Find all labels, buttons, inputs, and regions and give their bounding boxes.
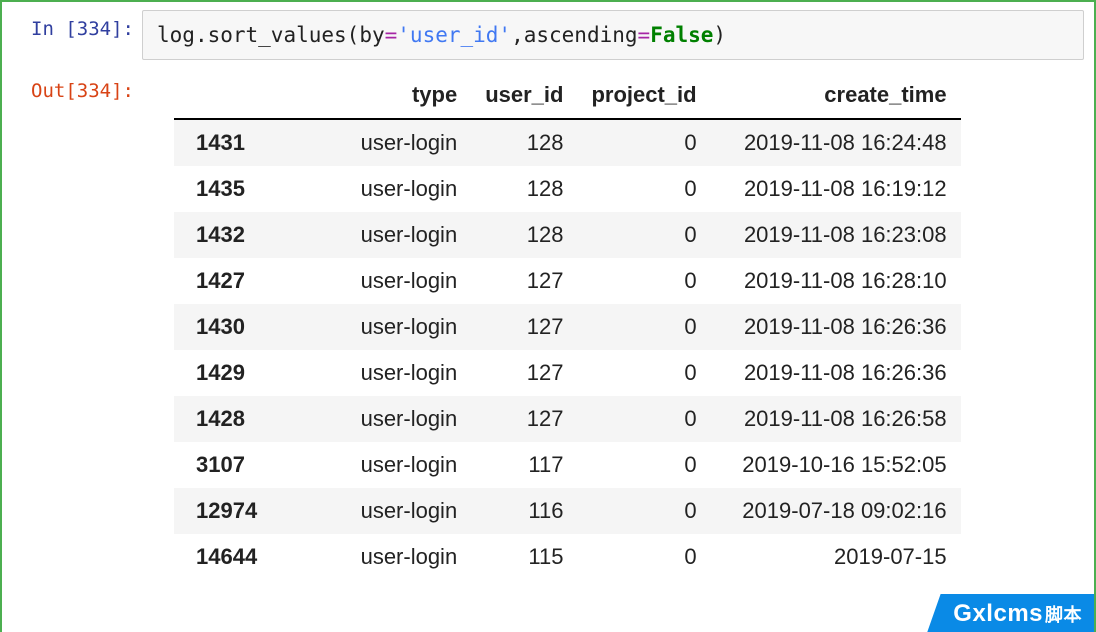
code-kw-by: by (359, 23, 384, 47)
cell-project-id: 0 (577, 166, 710, 212)
notebook-cell-container: In [334]: log.sort_values(by='user_id',a… (0, 0, 1096, 632)
cell-create-time: 2019-11-08 16:24:48 (711, 119, 961, 166)
cell-create-time: 2019-07-18 09:02:16 (711, 488, 961, 534)
input-prompt: In [334]: (2, 4, 142, 66)
code-paren-open: ( (347, 23, 360, 47)
code-equals: = (385, 23, 398, 47)
table-row: 1427user-login12702019-11-08 16:28:10 (174, 258, 961, 304)
cell-project-id: 0 (577, 258, 710, 304)
cell-user-id: 115 (471, 534, 577, 580)
input-cell: In [334]: log.sort_values(by='user_id',a… (2, 2, 1094, 66)
table-header-row: type user_id project_id create_time (174, 72, 961, 119)
output-prompt: Out[334]: (2, 66, 142, 580)
cell-user-id: 127 (471, 350, 577, 396)
cell-create-time: 2019-07-15 (711, 534, 961, 580)
cell-user-id: 127 (471, 396, 577, 442)
watermark-suffix: 脚本 (1045, 601, 1082, 627)
cell-user-id: 117 (471, 442, 577, 488)
cell-project-id: 0 (577, 488, 710, 534)
code-kw-ascending: ascending (524, 23, 638, 47)
code-dot: . (195, 23, 208, 47)
table-row: 1430user-login12702019-11-08 16:26:36 (174, 304, 961, 350)
row-index: 1428 (174, 396, 271, 442)
cell-type: user-login (271, 166, 471, 212)
code-method: sort_values (208, 23, 347, 47)
cell-create-time: 2019-10-16 15:52:05 (711, 442, 961, 488)
cell-create-time: 2019-11-08 16:28:10 (711, 258, 961, 304)
col-header-create-time: create_time (711, 72, 961, 119)
watermark-badge: Gxlcms 脚本 (927, 594, 1094, 632)
row-index: 3107 (174, 442, 271, 488)
code-comma: , (511, 23, 524, 47)
table-row: 1429user-login12702019-11-08 16:26:36 (174, 350, 961, 396)
output-area: type user_id project_id create_time 1431… (142, 66, 1094, 580)
cell-project-id: 0 (577, 119, 710, 166)
cell-type: user-login (271, 212, 471, 258)
cell-project-id: 0 (577, 442, 710, 488)
code-input[interactable]: log.sort_values(by='user_id',ascending=F… (142, 10, 1084, 60)
cell-project-id: 0 (577, 350, 710, 396)
col-header-user-id: user_id (471, 72, 577, 119)
table-row: 12974user-login11602019-07-18 09:02:16 (174, 488, 961, 534)
code-paren-close: ) (713, 23, 726, 47)
table-row: 1432user-login12802019-11-08 16:23:08 (174, 212, 961, 258)
cell-project-id: 0 (577, 534, 710, 580)
cell-project-id: 0 (577, 304, 710, 350)
row-index: 14644 (174, 534, 271, 580)
table-body: 1431user-login12802019-11-08 16:24:48143… (174, 119, 961, 580)
cell-user-id: 116 (471, 488, 577, 534)
col-header-index (174, 72, 271, 119)
code-string-userid: 'user_id' (397, 23, 511, 47)
col-header-type: type (271, 72, 471, 119)
row-index: 1429 (174, 350, 271, 396)
cell-type: user-login (271, 258, 471, 304)
col-header-project-id: project_id (577, 72, 710, 119)
cell-type: user-login (271, 396, 471, 442)
output-cell: Out[334]: type user_id project_id create… (2, 66, 1094, 580)
cell-project-id: 0 (577, 396, 710, 442)
table-row: 14644user-login11502019-07-15 (174, 534, 961, 580)
cell-type: user-login (271, 350, 471, 396)
cell-user-id: 127 (471, 304, 577, 350)
row-index: 1427 (174, 258, 271, 304)
code-false: False (650, 23, 713, 47)
cell-type: user-login (271, 442, 471, 488)
table-row: 1428user-login12702019-11-08 16:26:58 (174, 396, 961, 442)
row-index: 12974 (174, 488, 271, 534)
row-index: 1431 (174, 119, 271, 166)
code-object: log (157, 23, 195, 47)
cell-type: user-login (271, 119, 471, 166)
cell-create-time: 2019-11-08 16:26:58 (711, 396, 961, 442)
cell-create-time: 2019-11-08 16:26:36 (711, 350, 961, 396)
cell-create-time: 2019-11-08 16:26:36 (711, 304, 961, 350)
cell-user-id: 128 (471, 119, 577, 166)
cell-type: user-login (271, 304, 471, 350)
cell-create-time: 2019-11-08 16:23:08 (711, 212, 961, 258)
code-equals-2: = (638, 23, 651, 47)
cell-user-id: 128 (471, 212, 577, 258)
cell-type: user-login (271, 534, 471, 580)
dataframe-table: type user_id project_id create_time 1431… (174, 72, 961, 580)
cell-project-id: 0 (577, 212, 710, 258)
table-row: 1431user-login12802019-11-08 16:24:48 (174, 119, 961, 166)
table-row: 3107user-login11702019-10-16 15:52:05 (174, 442, 961, 488)
cell-user-id: 127 (471, 258, 577, 304)
row-index: 1435 (174, 166, 271, 212)
table-row: 1435user-login12802019-11-08 16:19:12 (174, 166, 961, 212)
cell-type: user-login (271, 488, 471, 534)
watermark-brand: Gxlcms (953, 600, 1043, 628)
row-index: 1432 (174, 212, 271, 258)
row-index: 1430 (174, 304, 271, 350)
cell-user-id: 128 (471, 166, 577, 212)
cell-create-time: 2019-11-08 16:19:12 (711, 166, 961, 212)
